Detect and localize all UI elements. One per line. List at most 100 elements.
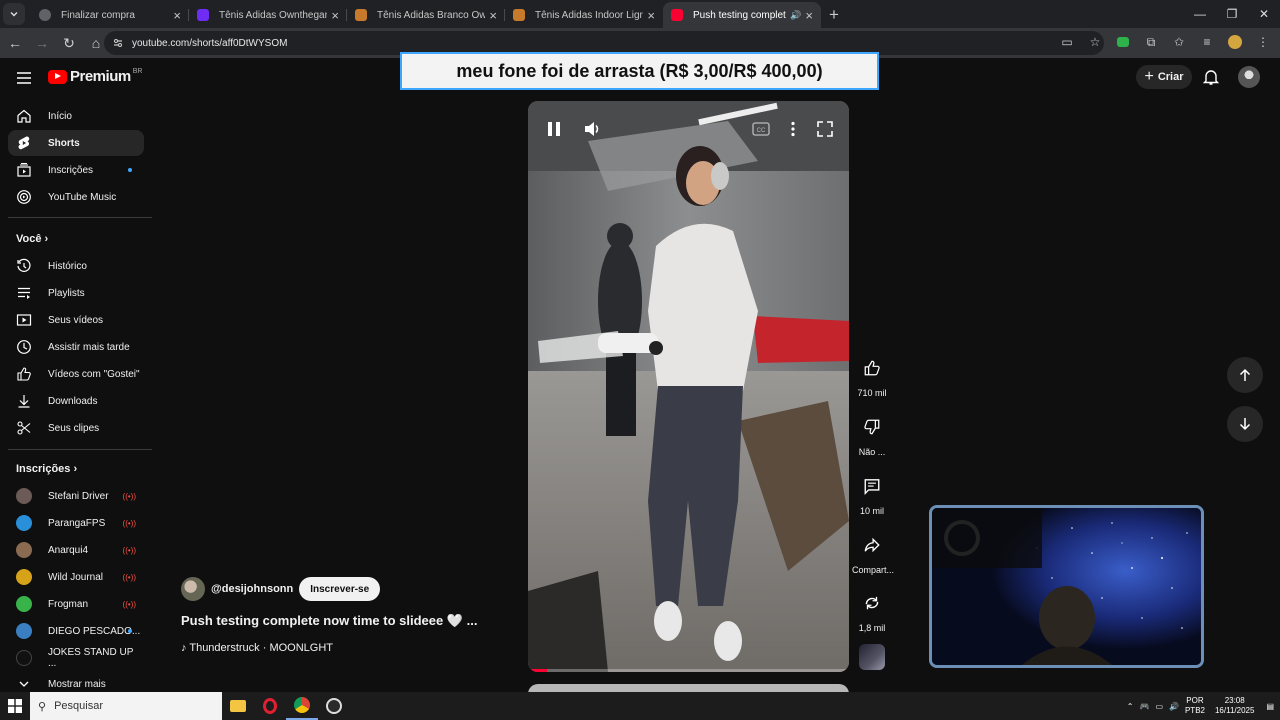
sidebar-item-home[interactable]: Início xyxy=(8,103,144,129)
obs-icon[interactable] xyxy=(318,692,350,720)
chrome-icon[interactable] xyxy=(286,692,318,720)
window-controls: — ❐ ✕ xyxy=(1184,0,1280,28)
dislike-action[interactable]: Não ... xyxy=(852,411,892,457)
media-control-icon[interactable]: ≡ xyxy=(1196,31,1218,53)
youtube-premium-logo[interactable]: Premium BR xyxy=(48,68,142,85)
browser-tab[interactable]: Tênis Adidas Indoor Ligra 8 Ma × xyxy=(505,2,663,28)
like-button[interactable] xyxy=(856,352,888,384)
tray-app-icon[interactable]: 🎮 xyxy=(1139,702,1149,711)
restore-icon[interactable]: ❐ xyxy=(1216,0,1248,28)
browser-tab[interactable]: Finalizar compra × xyxy=(31,2,189,28)
sidebar-item-shorts[interactable]: Shorts xyxy=(8,130,144,156)
close-tab-icon[interactable]: × xyxy=(489,8,497,23)
windows-start-icon[interactable] xyxy=(0,692,30,720)
file-explorer-icon[interactable] xyxy=(222,692,254,720)
more-menu-icon[interactable]: ⋮ xyxy=(1252,31,1274,53)
subscribe-button[interactable]: Inscrever-se xyxy=(299,577,381,601)
remix-button[interactable] xyxy=(856,587,888,619)
minimize-icon[interactable]: — xyxy=(1184,0,1216,28)
close-tab-icon[interactable]: × xyxy=(173,8,181,23)
like-count: 710 mil xyxy=(857,388,887,398)
back-icon[interactable]: ← xyxy=(3,31,27,55)
speaker-icon[interactable]: 🔊 xyxy=(1169,702,1179,711)
close-tab-icon[interactable]: × xyxy=(331,8,339,23)
sidebar-item-your-videos[interactable]: Seus vídeos xyxy=(8,307,144,333)
dislike-button[interactable] xyxy=(856,411,888,443)
sidebar-channel[interactable]: ParangaFPS ((•)) xyxy=(8,510,144,536)
volume-button[interactable] xyxy=(582,119,602,139)
tray-overflow-icon[interactable]: ⌃ xyxy=(1127,702,1134,711)
channel-avatar[interactable] xyxy=(181,577,205,601)
browser-tab-strip: Finalizar compra × Tênis Adidas Ownthega… xyxy=(0,0,1280,28)
favorites-icon[interactable]: ✩ xyxy=(1168,31,1190,53)
site-info-icon[interactable] xyxy=(112,37,124,49)
browser-tab[interactable]: Tênis Adidas Branco Own the G × xyxy=(347,2,505,28)
language-indicator[interactable]: POR PTB2 xyxy=(1185,696,1205,716)
menu-icon[interactable] xyxy=(12,66,36,90)
extension-green-icon[interactable] xyxy=(1112,31,1134,53)
sidebar-channel[interactable]: JOKES STAND UP ... xyxy=(8,645,144,671)
like-action[interactable]: 710 mil xyxy=(852,352,892,398)
remix-action[interactable]: 1,8 mil xyxy=(852,587,892,633)
sidebar-item-music[interactable]: YouTube Music xyxy=(8,184,144,210)
video-progress-bar[interactable] xyxy=(528,669,849,672)
sound-thumbnail[interactable] xyxy=(852,644,892,670)
share-button[interactable] xyxy=(856,529,888,561)
sidebar-channel[interactable]: DIEGO PESCADO... xyxy=(8,618,144,644)
comments-button[interactable] xyxy=(856,470,888,502)
sidebar-channel[interactable]: Wild Journal ((•)) xyxy=(8,564,144,590)
captions-button[interactable]: CC xyxy=(751,119,771,139)
new-tab-button[interactable]: + xyxy=(821,2,847,28)
tab-search-button[interactable] xyxy=(3,3,25,25)
browser-tab-active[interactable]: Push testing complete now 🔊 × xyxy=(663,2,821,28)
reload-icon[interactable]: ↻ xyxy=(57,31,81,55)
sidebar-item-history[interactable]: Histórico xyxy=(8,253,144,279)
you-section-title[interactable]: Você › xyxy=(16,233,48,245)
network-icon[interactable]: ▭ xyxy=(1155,702,1163,711)
sidebar-item-downloads[interactable]: Downloads xyxy=(8,388,144,414)
short-music-link[interactable]: ♪ Thunderstruck · MOONLGHT xyxy=(181,642,333,654)
sidebar-item-clips[interactable]: Seus clipes xyxy=(8,415,144,441)
more-options-button[interactable] xyxy=(783,119,803,139)
live-icon: ((•)) xyxy=(122,491,136,501)
share-icon xyxy=(864,537,880,553)
profile-avatar-icon[interactable] xyxy=(1224,31,1246,53)
share-action[interactable]: Compart... xyxy=(852,529,894,575)
short-video-player[interactable]: CC xyxy=(528,101,849,672)
sidebar-item-liked[interactable]: Vídeos com "Gostei" xyxy=(8,361,144,387)
short-title[interactable]: Push testing complete now time to slidee… xyxy=(181,613,477,629)
opera-icon[interactable] xyxy=(254,692,286,720)
sidebar-item-watch-later[interactable]: Assistir mais tarde xyxy=(8,334,144,360)
thumbs-down-icon xyxy=(864,419,880,435)
speaker-icon[interactable]: 🔊 xyxy=(790,10,801,21)
close-window-icon[interactable]: ✕ xyxy=(1248,0,1280,28)
sidebar-channel[interactable]: Frogman ((•)) xyxy=(8,591,144,617)
bookmark-star-icon[interactable]: ☆ xyxy=(1084,31,1106,53)
comments-action[interactable]: 10 mil xyxy=(852,470,892,516)
cast-icon[interactable]: ▭ xyxy=(1056,31,1078,53)
forward-icon[interactable]: → xyxy=(30,31,54,55)
close-tab-icon[interactable]: × xyxy=(805,8,813,23)
subscriptions-section-title[interactable]: Inscrições › xyxy=(16,463,77,475)
taskbar-search[interactable]: ⚲ Pesquisar xyxy=(30,692,222,720)
notifications-bell-icon[interactable] xyxy=(1200,66,1222,88)
sidebar-channel[interactable]: Anarqui4 ((•)) xyxy=(8,537,144,563)
previous-short-button[interactable] xyxy=(1227,357,1263,393)
fullscreen-button[interactable] xyxy=(815,119,835,139)
arrow-up-icon xyxy=(1239,368,1251,381)
close-tab-icon[interactable]: × xyxy=(647,8,655,23)
sidebar-item-playlists[interactable]: Playlists xyxy=(8,280,144,306)
next-short-button[interactable] xyxy=(1227,406,1263,442)
account-avatar[interactable] xyxy=(1238,66,1260,88)
sidebar-item-subscriptions[interactable]: Inscrições xyxy=(8,157,144,183)
browser-tab[interactable]: Tênis Adidas Ownthegame 3.0 × xyxy=(189,2,347,28)
home-icon xyxy=(16,108,32,124)
sidebar-channel[interactable]: Stefani Driver ((•)) xyxy=(8,483,144,509)
channel-handle[interactable]: @desijohnsonn xyxy=(211,583,293,595)
extensions-icon[interactable]: ⧉ xyxy=(1140,31,1162,53)
notifications-icon[interactable]: ▤ xyxy=(1266,702,1274,711)
create-button[interactable]: + Criar xyxy=(1136,65,1192,89)
channel-avatar xyxy=(16,650,32,666)
clock[interactable]: 23:08 16/11/2025 xyxy=(1215,696,1254,716)
pause-button[interactable] xyxy=(544,119,564,139)
